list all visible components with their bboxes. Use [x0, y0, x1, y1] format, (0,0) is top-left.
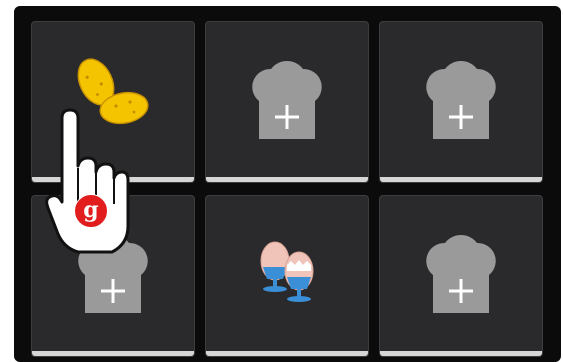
- chef-hat-add-icon: [67, 231, 159, 315]
- chef-hat-add-icon: [415, 57, 507, 141]
- tile-boiled-eggs[interactable]: [205, 195, 369, 357]
- tile-add-program[interactable]: [379, 21, 543, 183]
- tile-add-program[interactable]: [205, 21, 369, 183]
- tile-potatoes[interactable]: [31, 21, 195, 183]
- potatoes-icon: [68, 54, 158, 134]
- program-grid-screen: [14, 6, 561, 362]
- tile-add-program[interactable]: [31, 195, 195, 357]
- tile-bar: [32, 351, 194, 356]
- tile-bar: [380, 351, 542, 356]
- tile-bar: [206, 351, 368, 356]
- tile-bar: [206, 177, 368, 182]
- tile-bar: [380, 177, 542, 182]
- tile-add-program[interactable]: [379, 195, 543, 357]
- boiled-eggs-icon: [247, 233, 327, 313]
- chef-hat-add-icon: [241, 57, 333, 141]
- tile-bar: [32, 177, 194, 182]
- chef-hat-add-icon: [415, 231, 507, 315]
